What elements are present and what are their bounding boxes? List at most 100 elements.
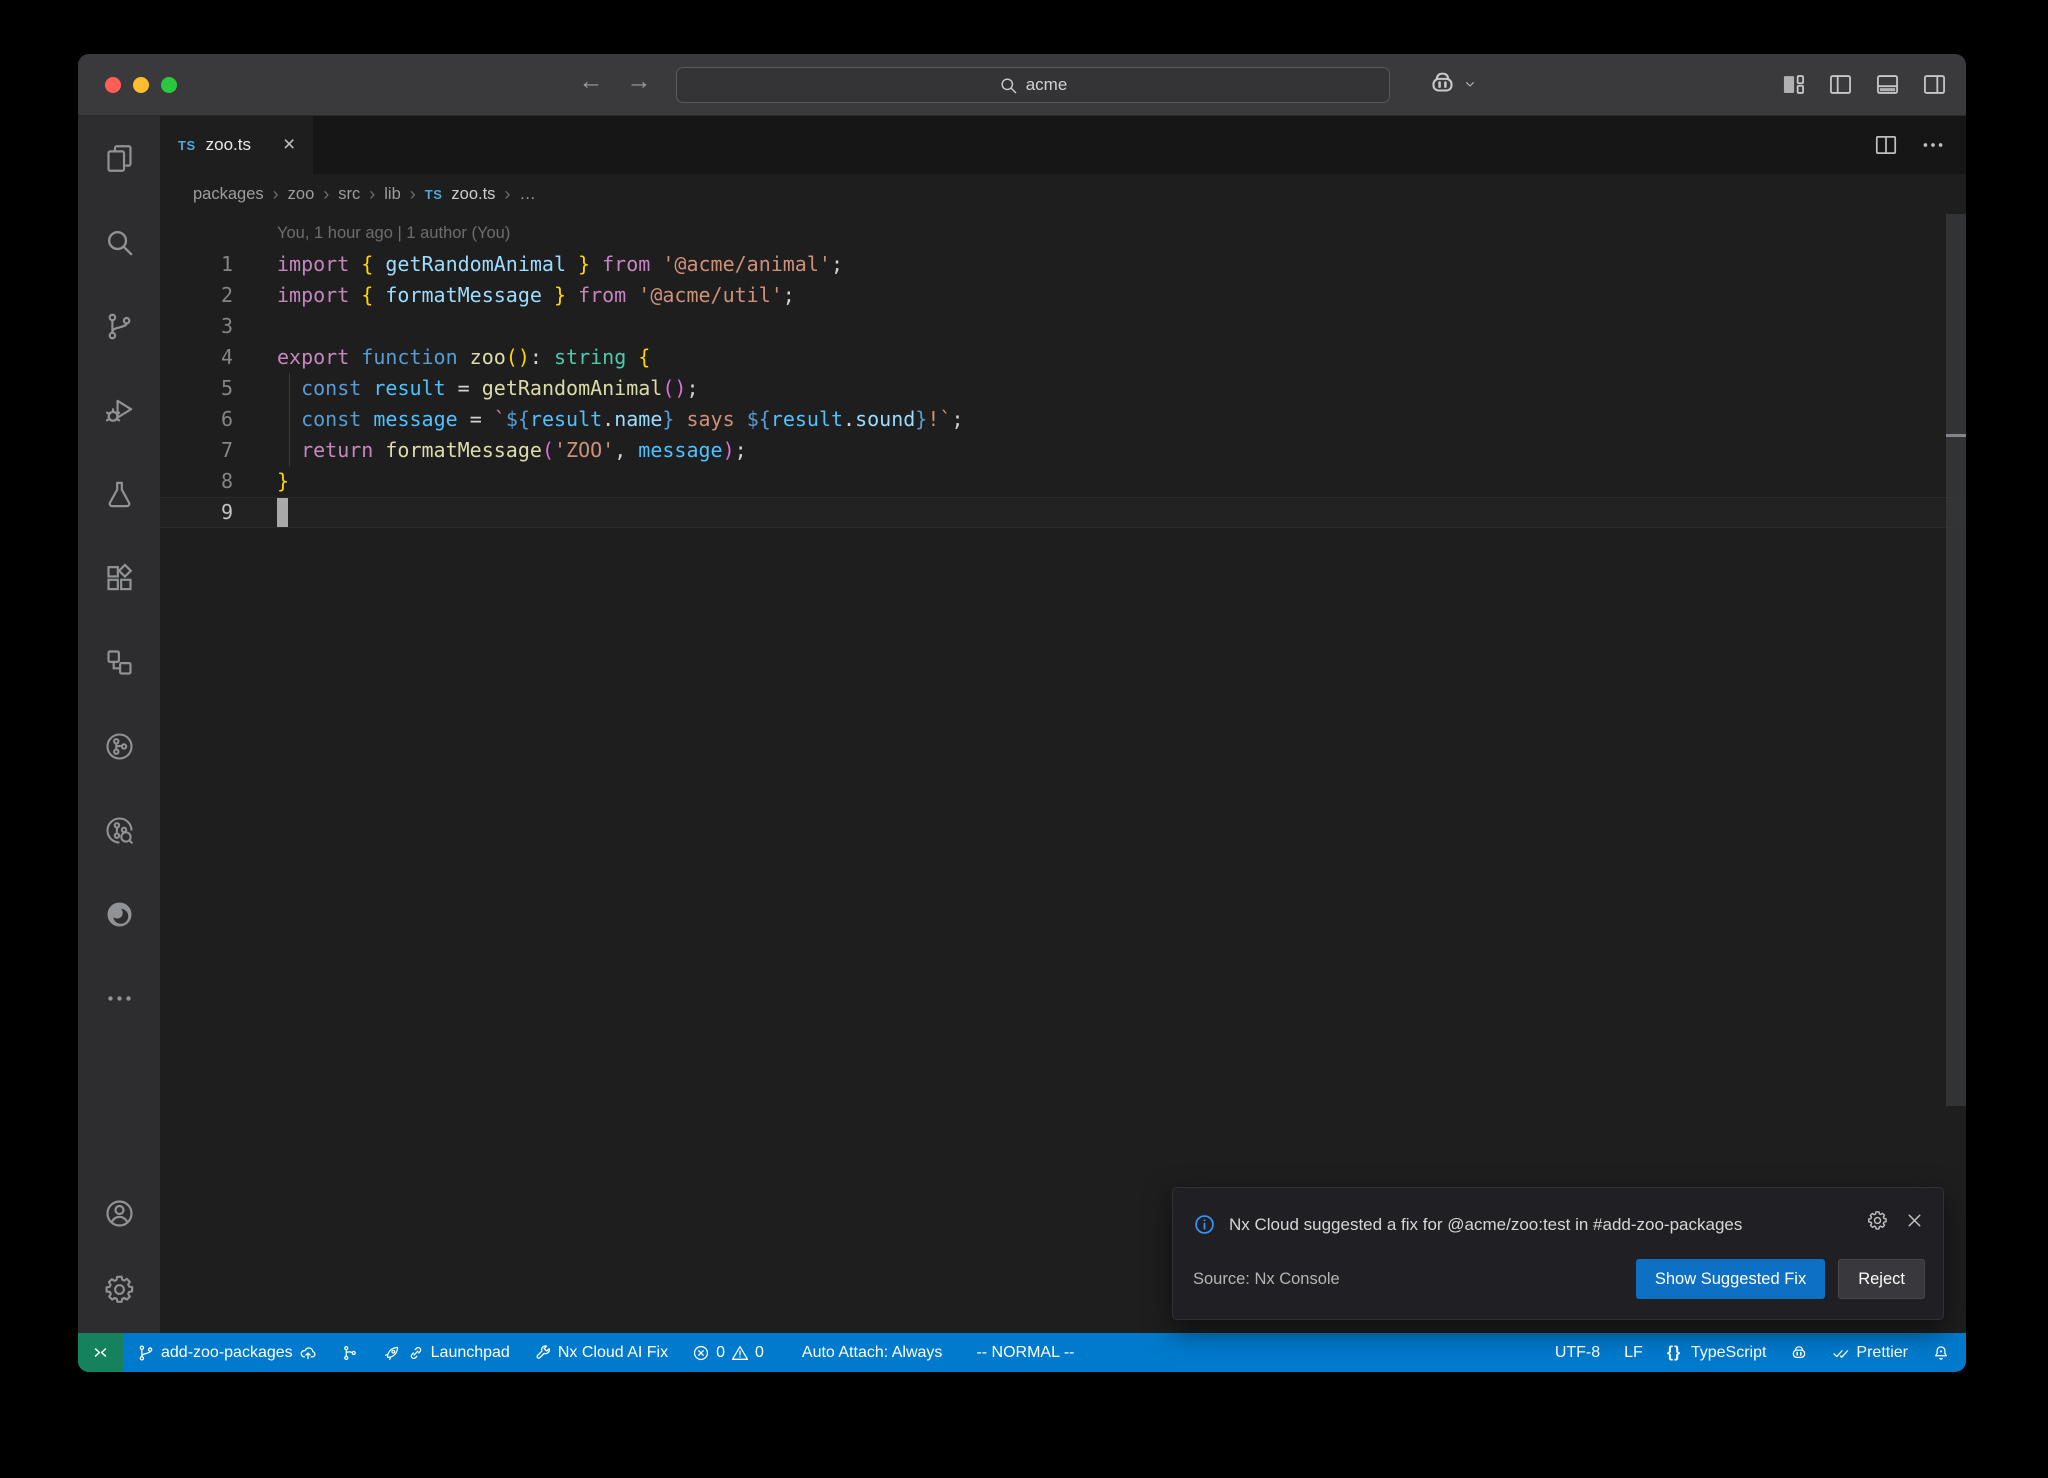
status-notifications[interactable] — [1920, 1333, 1966, 1372]
error-circle-icon — [692, 1344, 710, 1362]
code-line-5[interactable]: 5 const result = getRandomAnimal(); — [160, 373, 1966, 404]
sidebar-item-run-debug[interactable] — [78, 368, 160, 452]
beaker-icon — [104, 479, 135, 510]
breadcrumb-separator: › — [504, 184, 510, 205]
status-label: Launchpad — [431, 1344, 510, 1362]
breadcrumb-file[interactable]: zoo.ts — [451, 185, 495, 204]
status-label: -- NORMAL -- — [976, 1344, 1074, 1362]
line-number: 4 — [160, 342, 233, 373]
notification-message: Nx Cloud suggested a fix for @acme/zoo:t… — [1229, 1210, 1742, 1239]
extensions-icon — [104, 563, 135, 594]
zoom-window-button[interactable] — [161, 77, 177, 93]
sidebar-item-source-control[interactable] — [78, 284, 160, 368]
sidebar-item-testing[interactable] — [78, 452, 160, 536]
ellipsis-icon — [104, 983, 135, 1014]
status-auto-attach[interactable]: Auto Attach: Always — [790, 1333, 955, 1372]
editor-actions — [1873, 116, 1966, 174]
layout-controls — [1779, 71, 1949, 98]
code-text: return formatMessage('ZOO', message); — [233, 435, 1966, 466]
forward-icon[interactable]: → — [622, 67, 656, 96]
status-label: Prettier — [1856, 1344, 1908, 1362]
status-bar: add-zoo-packages Launchpad Nx Cloud AI Fix… — [78, 1333, 1966, 1372]
chevron-down-icon — [1462, 76, 1478, 92]
minimize-window-button[interactable] — [133, 77, 149, 93]
gear-icon — [104, 1274, 135, 1305]
git-branch-icon — [104, 311, 135, 342]
status-branch[interactable]: add-zoo-packages — [125, 1333, 329, 1372]
status-prettier[interactable]: Prettier — [1820, 1333, 1920, 1372]
command-center-search[interactable]: acme — [676, 67, 1390, 103]
code-line-2[interactable]: 2import { formatMessage } from '@acme/ut… — [160, 280, 1966, 311]
ellipsis-icon[interactable] — [1920, 132, 1946, 158]
layout-panel-icon[interactable] — [1873, 71, 1902, 98]
code-line-7[interactable]: 7 return formatMessage('ZOO', message); — [160, 435, 1966, 466]
search-icon — [104, 227, 135, 258]
code-text: const result = getRandomAnimal(); — [233, 373, 1966, 404]
text-cursor — [277, 498, 288, 527]
sidebar-item-search[interactable] — [78, 200, 160, 284]
notification-settings-button[interactable] — [1867, 1210, 1888, 1231]
breadcrumb: packages›zoo›src›lib›TSzoo.ts›… — [160, 174, 1966, 214]
status-problems[interactable]: 00 — [680, 1333, 776, 1372]
sidebar-item-settings[interactable] — [78, 1251, 160, 1327]
code-text: } — [233, 466, 1966, 497]
editor-scrollbar[interactable] — [1946, 214, 1966, 1106]
close-tab-icon[interactable]: × — [283, 133, 295, 157]
close-window-button[interactable] — [105, 77, 121, 93]
split-editor-icon[interactable] — [1873, 132, 1899, 158]
code-line-3[interactable]: 3 — [160, 311, 1966, 342]
activity-bar-bottom — [78, 1175, 160, 1333]
tab-zoo-ts[interactable]: TS zoo.ts × — [160, 116, 313, 174]
sidebar-item-graph-details[interactable] — [78, 788, 160, 872]
show-suggested-fix-button[interactable]: Show Suggested Fix — [1636, 1259, 1825, 1299]
sidebar-item-project-graph[interactable] — [78, 704, 160, 788]
status-label: add-zoo-packages — [161, 1344, 293, 1362]
status-vim-mode[interactable]: -- NORMAL -- — [964, 1333, 1086, 1372]
breadcrumb-folder[interactable]: lib — [384, 185, 401, 204]
status-remote[interactable] — [78, 1333, 123, 1372]
notification-close-button[interactable] — [1904, 1210, 1925, 1231]
breadcrumb-separator: › — [410, 184, 416, 205]
layout-sidebar-right-icon[interactable] — [1920, 71, 1949, 98]
status-language[interactable]: {}TypeScript — [1655, 1333, 1779, 1372]
sidebar-item-nx-console[interactable] — [78, 620, 160, 704]
sidebar-item-explorer[interactable] — [78, 116, 160, 200]
code-editor[interactable]: You, 1 hour ago | 1 author (You) 1import… — [160, 214, 1966, 1333]
files-icon — [104, 143, 135, 174]
breadcrumb-folder[interactable]: packages — [193, 185, 264, 204]
account-icon — [104, 1198, 135, 1229]
line-number: 1 — [160, 249, 233, 280]
breadcrumb-more[interactable]: … — [519, 185, 536, 204]
status-copilot[interactable] — [1778, 1333, 1820, 1372]
info-circle-icon — [1193, 1213, 1216, 1236]
code-line-9[interactable]: 9 — [160, 497, 1966, 528]
sidebar-item-accounts[interactable] — [78, 1175, 160, 1251]
code-line-4[interactable]: 4export function zoo(): string { — [160, 342, 1966, 373]
sidebar-item-more[interactable] — [78, 956, 160, 1040]
status-launchpad[interactable]: Launchpad — [371, 1333, 522, 1372]
sidebar-item-edge-tools[interactable] — [78, 872, 160, 956]
reject-button[interactable]: Reject — [1838, 1259, 1925, 1299]
code-line-8[interactable]: 8} — [160, 466, 1966, 497]
layout-sidebar-left-icon[interactable] — [1826, 71, 1855, 98]
breadcrumb-folder[interactable]: zoo — [288, 185, 315, 204]
layout-grid-icon[interactable] — [1779, 71, 1808, 98]
line-number: 3 — [160, 311, 233, 342]
copilot-menu[interactable] — [1428, 69, 1478, 98]
code-text — [233, 311, 1966, 342]
code-line-6[interactable]: 6 const message = `${result.name} says $… — [160, 404, 1966, 435]
line-number: 9 — [160, 497, 233, 528]
sidebar-item-extensions[interactable] — [78, 536, 160, 620]
git-graph-icon — [341, 1344, 359, 1362]
status-nx-cloud-ai-fix[interactable]: Nx Cloud AI Fix — [522, 1333, 680, 1372]
overview-ruler-cursor-mark — [1946, 434, 1966, 437]
back-icon[interactable]: ← — [574, 67, 608, 96]
status-eol[interactable]: LF — [1612, 1333, 1655, 1372]
status-source-control-graph[interactable] — [329, 1333, 371, 1372]
debug-icon — [104, 395, 135, 426]
breadcrumb-folder[interactable]: src — [338, 185, 360, 204]
cloud-upload-icon — [299, 1344, 317, 1362]
status-encoding[interactable]: UTF-8 — [1543, 1333, 1612, 1372]
code-line-1[interactable]: 1import { getRandomAnimal } from '@acme/… — [160, 249, 1966, 280]
bell-icon — [1932, 1344, 1950, 1362]
